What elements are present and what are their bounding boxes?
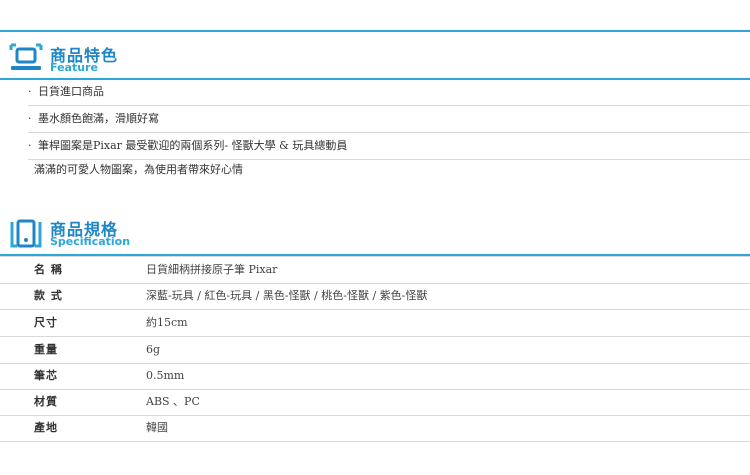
spec-row: 材質 ABS 、PC [0,389,750,416]
feature-item: · 墨水顏色飽滿，滑順好寫 [28,106,750,133]
spec-label: 材質 [34,395,58,408]
spec-value: 6g [146,343,161,356]
spec-section-header: 商品規格 Specification [0,210,750,254]
feature-subtitle: Feature [50,61,98,74]
feature-item-text: 墨水顏色飽滿，滑順好寫 [38,112,159,125]
spec-label: 重量 [34,343,58,356]
spec-label: 款 式 [34,289,63,302]
top-divider [0,30,750,32]
spec-label: 名 稱 [34,263,63,276]
phone-frame-icon [8,216,44,250]
feature-item-text: 筆桿圖案是Pixar 最受歡迎的兩個系列- 怪獸大學 & 玩具總動員 [38,139,348,152]
spec-row: 產地 韓國 [0,415,750,442]
spec-label: 尺寸 [34,316,58,329]
spec-row: 名 稱 日貨細柄拼接原子筆 Pixar [0,256,750,284]
feature-item: · 筆桿圖案是Pixar 最受歡迎的兩個系列- 怪獸大學 & 玩具總動員 [28,133,750,160]
feature-item: · 日貨進口商品 [28,79,750,106]
feature-note: 滿滿的可愛人物圖案，為使用者帶來好心情 [34,163,243,176]
spec-row: 重量 6g [0,337,750,364]
spec-row: 筆芯 0.5mm [0,363,750,390]
spec-value: 0.5mm [146,369,185,382]
bullet: · [28,112,32,125]
spec-value: ABS 、PC [146,395,200,408]
spec-value: 日貨細柄拼接原子筆 Pixar [146,263,278,276]
monitor-icon [8,42,44,76]
feature-section-header: 商品特色 Feature [0,36,750,80]
spec-label: 產地 [34,421,58,434]
feature-item-text: 日貨進口商品 [38,85,104,98]
spec-label: 筆芯 [34,369,58,382]
spec-subtitle: Specification [50,235,131,248]
spec-row: 尺寸 約15cm [0,310,750,337]
spec-value: 韓國 [146,421,168,434]
bullet: · [28,85,32,98]
spec-value: 約15cm [146,316,188,329]
spec-value: 深藍-玩具 / 紅色-玩具 / 黑色-怪獸 / 桃色-怪獸 / 紫色-怪獸 [146,289,428,302]
spec-row: 款 式 深藍-玩具 / 紅色-玩具 / 黑色-怪獸 / 桃色-怪獸 / 紫色-怪… [0,283,750,310]
bullet: · [28,139,32,152]
